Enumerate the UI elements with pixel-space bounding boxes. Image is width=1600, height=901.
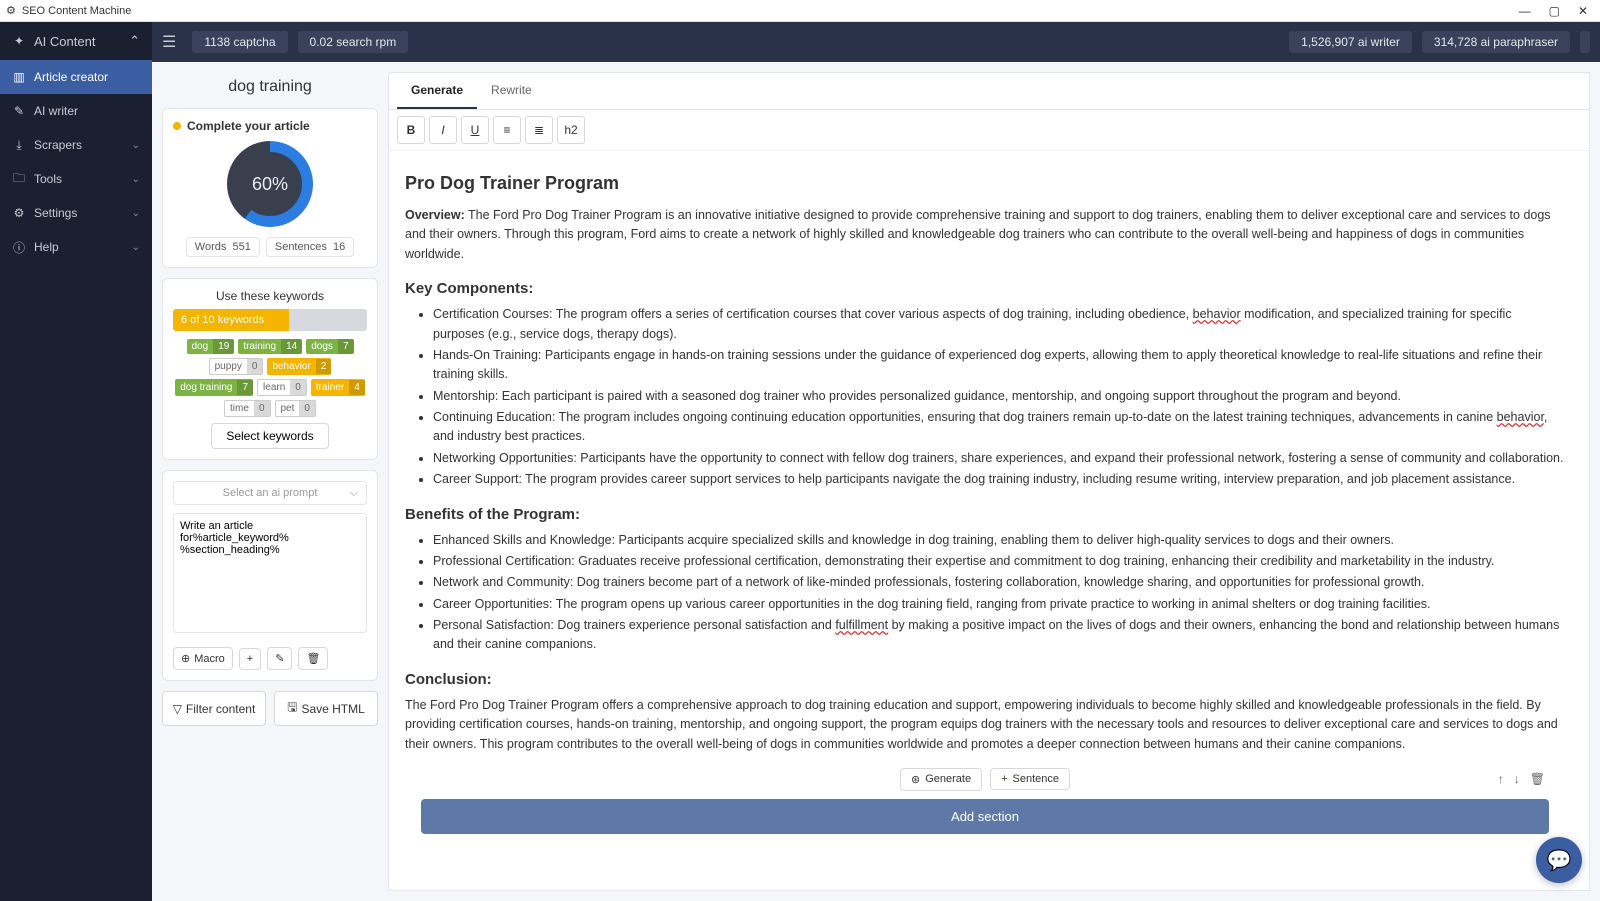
status-dot-icon (173, 122, 181, 130)
article-title: Pro Dog Trainer Program (405, 173, 1565, 194)
topbar-extra-pill[interactable] (1580, 31, 1590, 53)
prompt-select[interactable]: Select an ai prompt (173, 481, 367, 505)
bold-button[interactable]: B (397, 116, 425, 144)
pencil-icon: ✎ (275, 652, 284, 665)
filter-content-button[interactable]: ▽Filter content (162, 691, 266, 726)
left-pane: dog training Complete your article 60% W… (152, 62, 388, 901)
sentences-stat: Sentences 16 (266, 237, 354, 257)
keyword-tag[interactable]: dog19 (187, 339, 235, 354)
underline-button[interactable]: U (461, 116, 489, 144)
info-icon: ⓘ (12, 239, 26, 256)
trash-icon: 🗑 (306, 652, 320, 665)
chevron-up-icon: ⌃ (129, 33, 140, 49)
keyword-tag[interactable]: puppy0 (209, 358, 264, 375)
ai-writer-pill[interactable]: 1,526,907 ai writer (1289, 31, 1412, 53)
sidebar-item-help[interactable]: ⓘHelp ⌄ (0, 230, 152, 264)
editor-pane: Generate Rewrite B I U ≡ ≣ h2 Pro Dog Tr… (388, 62, 1590, 901)
select-keywords-button[interactable]: Select keywords (211, 423, 328, 449)
save-icon: 🖫 (287, 698, 297, 719)
chevron-down-icon: ⌄ (132, 242, 140, 253)
keyword-tags: dog19training14 dogs7 puppy0behavior2 dog t… (173, 339, 367, 417)
plus-icon: + (247, 653, 253, 665)
plus-icon: + (1001, 773, 1007, 785)
briefcase-icon: 🗀 (12, 169, 26, 190)
delete-button[interactable]: 🗑 (298, 647, 328, 670)
h2-button[interactable]: h2 (557, 116, 585, 144)
captcha-pill[interactable]: 1138 captcha (192, 31, 287, 53)
close-icon[interactable]: ✕ (1578, 4, 1588, 18)
heading-benefits: Benefits of the Program: (405, 506, 1565, 523)
words-stat: Words 551 (186, 237, 260, 257)
delete-section-icon[interactable]: 🗑 (1530, 772, 1545, 786)
window-titlebar: ⚙ SEO Content Machine — ▢ ✕ (0, 0, 1600, 22)
keyword-tag[interactable]: dogs7 (306, 339, 353, 354)
prompt-card: Select an ai prompt ⊕Macro + ✎ 🗑 (162, 470, 378, 681)
keyword-tag[interactable]: learn0 (257, 379, 307, 396)
sidebar-item-article-creator[interactable]: ▥Article creator (0, 60, 152, 94)
chat-fab[interactable]: 💬 (1536, 837, 1582, 883)
menu-icon[interactable]: ☰ (162, 32, 176, 52)
keywords-title: Use these keywords (173, 289, 367, 303)
maximize-icon[interactable]: ▢ (1549, 4, 1560, 18)
edit-button[interactable]: ✎ (267, 647, 292, 670)
tab-rewrite[interactable]: Rewrite (477, 73, 546, 109)
sidebar-item-ai-writer[interactable]: ✎AI writer (0, 94, 152, 128)
chevron-down-icon: ⌄ (132, 140, 140, 151)
gear-icon: ⚙ (12, 206, 26, 220)
plus-circle-icon: ⊕ (181, 652, 190, 665)
chevron-down-icon: ⌄ (132, 208, 140, 219)
sentence-button[interactable]: +Sentence (990, 768, 1070, 790)
chevron-down-icon: ⌄ (132, 174, 140, 185)
add-button[interactable]: + (239, 648, 261, 670)
sparkle-icon: ✦ (12, 34, 26, 48)
sidebar-item-scrapers[interactable]: ⤓Scrapers ⌄ (0, 128, 152, 162)
keyword-tag[interactable]: trainer4 (311, 379, 365, 396)
editor-content[interactable]: Pro Dog Trainer Program Overview: The Fo… (389, 151, 1589, 890)
sidebar-item-tools[interactable]: 🗀Tools ⌄ (0, 162, 152, 196)
generate-button[interactable]: ⊛Generate (900, 768, 982, 791)
app-icon: ⚙ (6, 4, 16, 17)
keyword-tag[interactable]: time0 (224, 400, 270, 417)
sidebar: ✦AI Content ⌃ ▥Article creator ✎AI write… (0, 22, 152, 901)
editor-toolbar: B I U ≡ ≣ h2 (389, 110, 1589, 151)
scrollbar[interactable] (1590, 62, 1600, 901)
keywords-card: Use these keywords 6 of 10 keywords dog1… (162, 278, 378, 460)
prompt-textarea[interactable] (173, 513, 367, 633)
heading-conclusion: Conclusion: (405, 671, 1565, 688)
app-title: SEO Content Machine (22, 5, 131, 17)
sidebar-header-ai-content[interactable]: ✦AI Content ⌃ (0, 22, 152, 60)
heading-key-components: Key Components: (405, 280, 1565, 297)
keyword-tag[interactable]: training14 (238, 339, 302, 354)
section-actions: ⊛Generate +Sentence ↑ ↓ 🗑 (405, 760, 1565, 799)
search-rpm-pill[interactable]: 0.02 search rpm (298, 31, 409, 53)
tab-generate[interactable]: Generate (397, 73, 477, 109)
macro-button[interactable]: ⊕Macro (173, 647, 233, 670)
numbered-list-button[interactable]: ≣ (525, 116, 553, 144)
keyword-tag[interactable]: pet0 (275, 400, 316, 417)
topbar: ☰ 1138 captcha 0.02 search rpm 1,526,907… (152, 22, 1600, 62)
ai-paraphraser-pill[interactable]: 314,728 ai paraphraser (1422, 31, 1570, 53)
minimize-icon[interactable]: — (1519, 4, 1531, 18)
keyword-tag[interactable]: dog training7 (175, 379, 253, 396)
filter-icon: ▽ (173, 702, 182, 716)
save-html-button[interactable]: 🖫Save HTML (274, 691, 378, 726)
bullet-list-button[interactable]: ≡ (493, 116, 521, 144)
move-up-icon[interactable]: ↑ (1498, 772, 1504, 786)
move-down-icon[interactable]: ↓ (1514, 772, 1520, 786)
globe-icon: ⊛ (911, 773, 920, 786)
add-section-button[interactable]: Add section (421, 799, 1549, 834)
chart-icon: ▥ (12, 70, 26, 84)
project-title: dog training (162, 72, 378, 98)
chat-icon: 💬 (1547, 848, 1572, 873)
italic-button[interactable]: I (429, 116, 457, 144)
download-icon: ⤓ (12, 138, 26, 153)
keywords-progress-bar: 6 of 10 keywords (173, 309, 367, 331)
sidebar-item-settings[interactable]: ⚙Settings ⌄ (0, 196, 152, 230)
progress-percent: 60% (238, 152, 302, 216)
keyword-tag[interactable]: behavior2 (267, 358, 331, 375)
progress-card: Complete your article 60% Words 551 Sent… (162, 108, 378, 268)
progress-ring: 60% (227, 141, 313, 227)
pencil-icon: ✎ (12, 104, 26, 118)
